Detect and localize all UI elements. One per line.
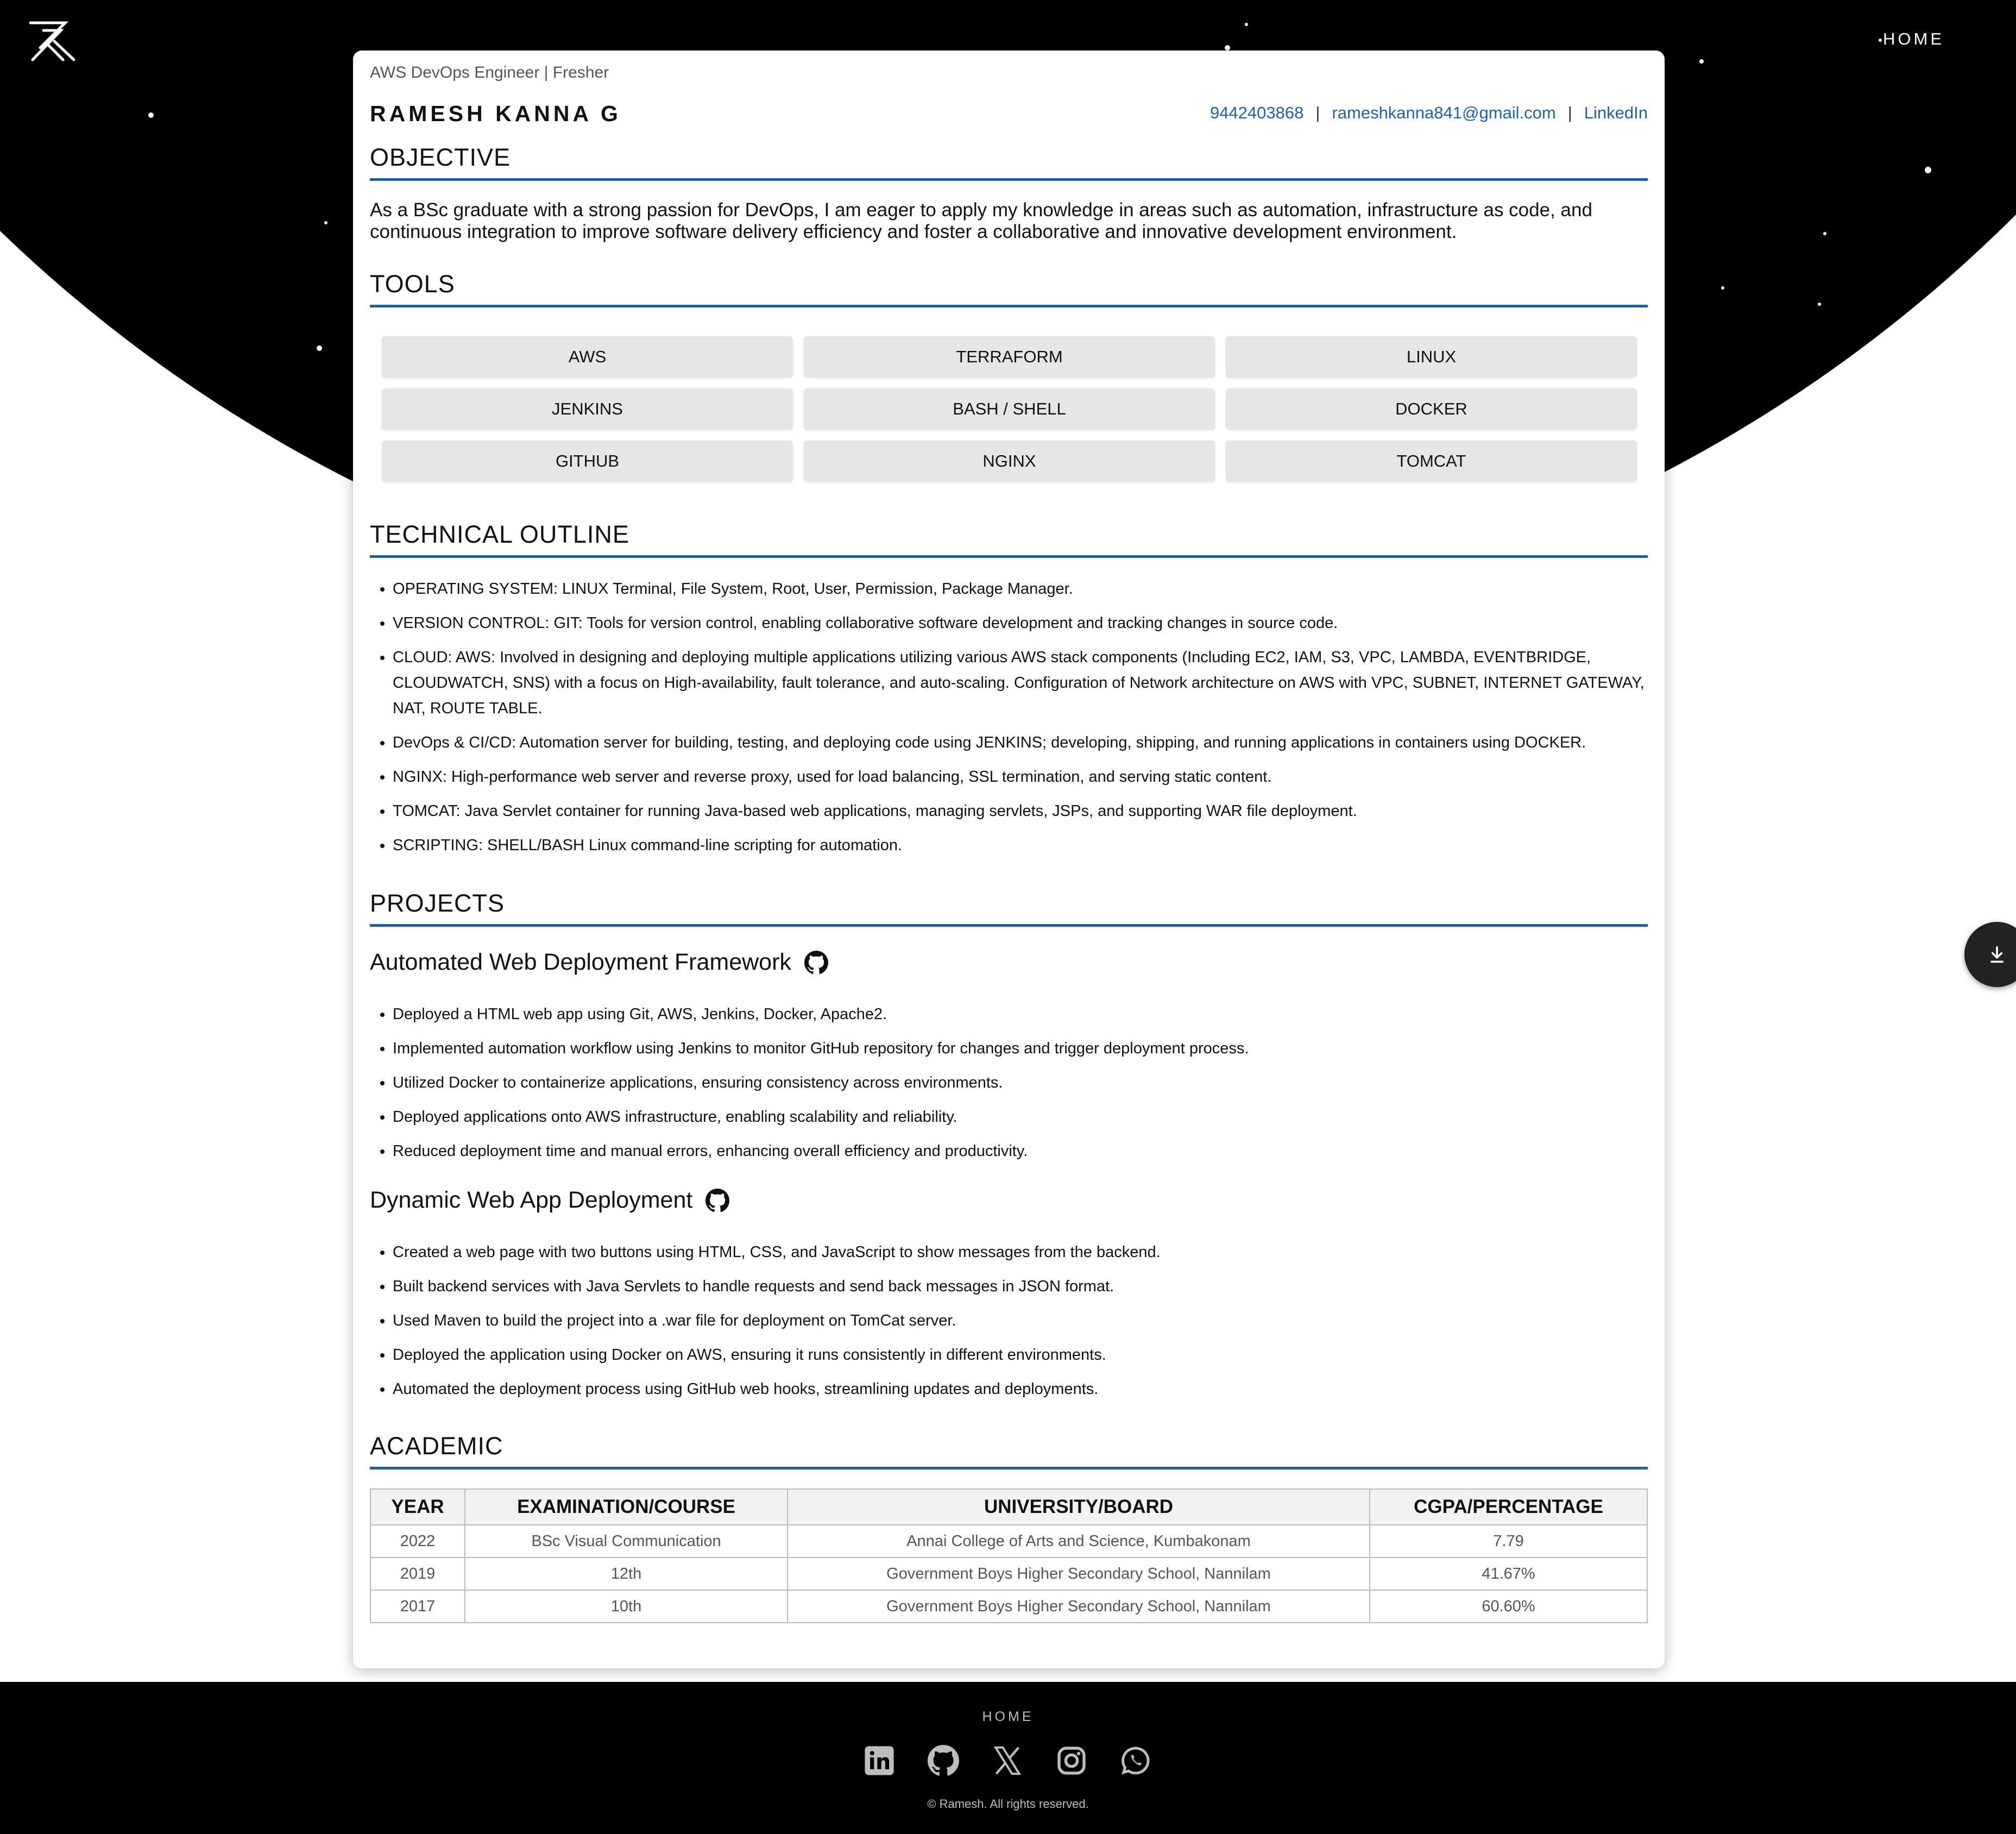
objective-text: As a BSc graduate with a strong passion … — [370, 199, 1592, 242]
section-title-academic: ACADEMIC — [370, 1432, 1648, 1469]
table-row: 2019 12th Government Boys Higher Seconda… — [370, 1557, 1648, 1591]
github-icon[interactable] — [705, 1188, 730, 1213]
table-cell: BSc Visual Communication — [464, 1524, 788, 1558]
nav-home-link[interactable]: HOME — [1883, 29, 1944, 49]
x-icon[interactable] — [992, 1745, 1023, 1776]
copyright-text: © Ramesh. All rights reserved. — [927, 1797, 1089, 1811]
whatsapp-icon[interactable] — [1120, 1745, 1151, 1776]
list-item: Utilized Docker to containerize applicat… — [393, 1070, 1658, 1096]
table-row: 2022 BSc Visual Communication Annai Coll… — [370, 1524, 1648, 1558]
project-name: Automated Web Deployment Framework — [370, 949, 791, 975]
table-row: 2017 10th Government Boys Higher Seconda… — [370, 1590, 1648, 1623]
list-item: OPERATING SYSTEM: LINUX Terminal, File S… — [393, 576, 1658, 602]
tool-chip[interactable]: NGINX — [804, 441, 1215, 482]
table-cell: 41.67% — [1369, 1557, 1648, 1591]
project-list: Created a web page with two buttons usin… — [370, 1240, 1658, 1411]
table-cell: 2019 — [370, 1557, 465, 1591]
table-cell: 12th — [464, 1557, 788, 1591]
job-role: AWS DevOps Engineer | Fresher — [370, 64, 609, 81]
site-footer: HOME © Ramesh. All rights reserved. — [0, 1682, 2016, 1834]
tools-grid: AWS TERRAFORM LINUX JENKINS BASH / SHELL… — [382, 336, 1637, 482]
email-link[interactable]: rameshkanna841@gmail.com — [1332, 103, 1555, 122]
download-icon — [1990, 946, 2004, 963]
linkedin-icon[interactable] — [864, 1745, 895, 1776]
phone-link[interactable]: 9442403868 — [1210, 103, 1303, 122]
tool-chip[interactable]: GITHUB — [382, 441, 793, 482]
project-title: Automated Web Deployment Framework — [370, 949, 828, 976]
separator: | — [1315, 103, 1320, 122]
list-item: Created a web page with two buttons usin… — [393, 1240, 1658, 1265]
tool-chip[interactable]: AWS — [382, 336, 793, 378]
tool-chip[interactable]: TOMCAT — [1226, 441, 1637, 482]
person-name: RAMESH KANNA G — [370, 101, 621, 126]
table-cell: 2022 — [370, 1524, 465, 1558]
section-title-objective: OBJECTIVE — [370, 143, 1648, 181]
list-item: DevOps & CI/CD: Automation server for bu… — [393, 730, 1658, 756]
tool-chip[interactable]: JENKINS — [382, 388, 793, 430]
list-item: Reduced deployment time and manual error… — [393, 1139, 1658, 1164]
column-header: CGPA/PERCENTAGE — [1369, 1488, 1648, 1525]
social-links — [864, 1745, 1151, 1776]
list-item: Deployed applications onto AWS infrastru… — [393, 1104, 1658, 1130]
list-item: Deployed the application using Docker on… — [393, 1342, 1658, 1368]
project-title: Dynamic Web App Deployment — [370, 1187, 730, 1214]
technical-list: OPERATING SYSTEM: LINUX Terminal, File S… — [370, 576, 1658, 867]
table-cell: 2017 — [370, 1590, 465, 1623]
list-item: TOMCAT: Java Servlet container for runni… — [393, 799, 1658, 824]
table-cell: 10th — [464, 1590, 788, 1623]
table-cell: 7.79 — [1369, 1524, 1648, 1558]
section-title-technical: TECHNICAL OUTLINE — [370, 520, 1648, 558]
list-item: SCRIPTING: SHELL/BASH Linux command-line… — [393, 833, 1658, 858]
section-title-projects: PROJECTS — [370, 889, 1648, 927]
list-item: Automated the deployment process using G… — [393, 1377, 1658, 1402]
column-header: YEAR — [370, 1488, 465, 1525]
academic-table: YEAR EXAMINATION/COURSE UNIVERSITY/BOARD… — [370, 1488, 1648, 1623]
list-item: NGINX: High-performance web server and r… — [393, 764, 1658, 790]
tool-chip[interactable]: TERRAFORM — [804, 336, 1215, 378]
separator: | — [1567, 103, 1572, 122]
tool-chip[interactable]: LINUX — [1226, 336, 1637, 378]
resume-card: AWS DevOps Engineer | Fresher RAMESH KAN… — [353, 51, 1665, 1668]
github-icon[interactable] — [804, 950, 828, 975]
list-item: CLOUD: AWS: Involved in designing and de… — [393, 645, 1658, 721]
column-header: UNIVERSITY/BOARD — [787, 1488, 1370, 1525]
tool-chip[interactable]: BASH / SHELL — [804, 388, 1215, 430]
table-cell: 60.60% — [1369, 1590, 1648, 1623]
rk-logo[interactable] — [27, 20, 77, 63]
tool-chip[interactable]: DOCKER — [1226, 388, 1637, 430]
footer-home-link[interactable]: HOME — [0, 1709, 2016, 1725]
contact-links: 9442403868 | rameshkanna841@gmail.com | Link… — [1210, 103, 1648, 123]
table-header-row: YEAR EXAMINATION/COURSE UNIVERSITY/BOARD… — [370, 1488, 1648, 1525]
linkedin-link[interactable]: LinkedIn — [1584, 103, 1648, 122]
github-icon[interactable] — [928, 1745, 959, 1776]
list-item: Used Maven to build the project into a .… — [393, 1308, 1658, 1334]
table-cell: Government Boys Higher Secondary School,… — [787, 1590, 1370, 1623]
list-item: Built backend services with Java Servlet… — [393, 1274, 1658, 1299]
list-item: Implemented automation workflow using Je… — [393, 1036, 1658, 1062]
table-cell: Annai College of Arts and Science, Kumba… — [787, 1524, 1370, 1558]
list-item: VERSION CONTROL: GIT: Tools for version … — [393, 611, 1658, 636]
project-name: Dynamic Web App Deployment — [370, 1187, 693, 1213]
instagram-icon[interactable] — [1056, 1745, 1087, 1776]
project-list: Deployed a HTML web app using Git, AWS, … — [370, 1002, 1658, 1173]
section-title-tools: TOOLS — [370, 270, 1648, 307]
table-cell: Government Boys Higher Secondary School,… — [787, 1557, 1370, 1591]
column-header: EXAMINATION/COURSE — [464, 1488, 788, 1525]
list-item: Deployed a HTML web app using Git, AWS, … — [393, 1002, 1658, 1027]
